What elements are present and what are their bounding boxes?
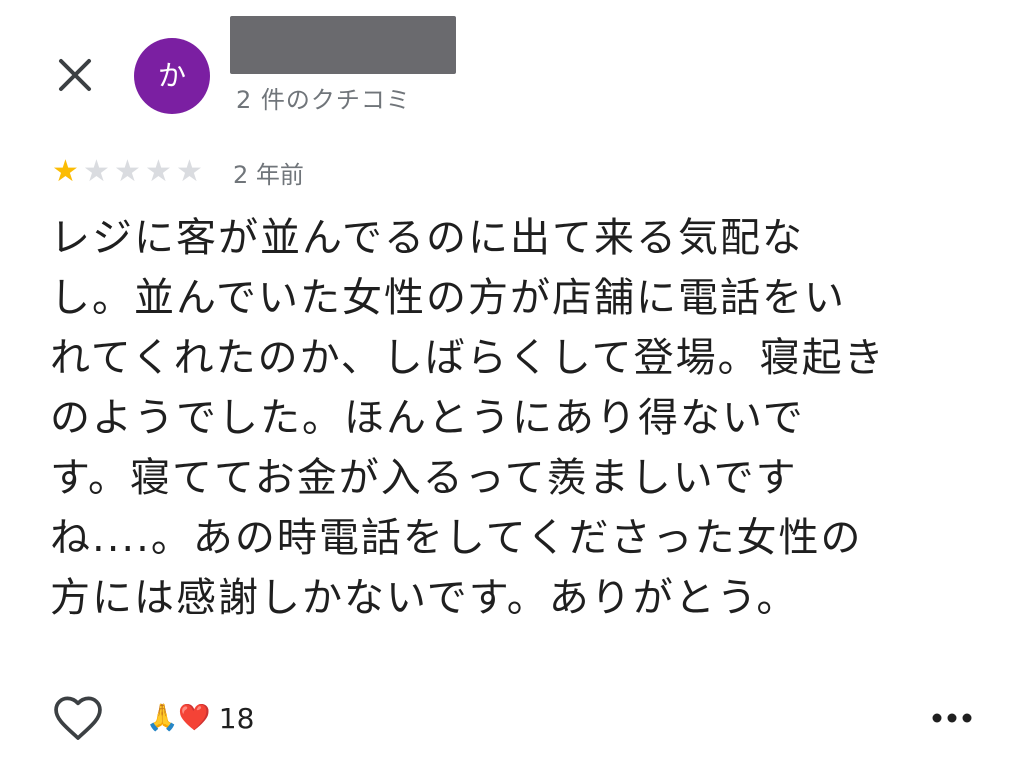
star-empty-icon: ★ xyxy=(114,154,141,189)
star-empty-icon: ★ xyxy=(176,154,203,189)
more-horizontal-icon xyxy=(932,713,972,723)
reaction-count: 18 xyxy=(218,701,255,735)
review-actions: 🙏❤️ 18 xyxy=(50,690,974,746)
star-filled-icon: ★ xyxy=(52,154,79,189)
close-button[interactable] xyxy=(52,52,98,98)
review-text: レジに客が並んでるのに出て来る気配な し。並んでいた女性の方が店舗に電話をい れ… xyxy=(50,215,886,621)
star-empty-icon: ★ xyxy=(145,154,172,189)
reviewer-name-redacted[interactable] xyxy=(230,16,456,74)
review-date: 2 年前 xyxy=(233,160,304,189)
review-count: 2 件のクチコミ xyxy=(236,86,411,114)
star-empty-icon: ★ xyxy=(83,154,110,189)
close-icon xyxy=(59,59,91,91)
star-rating: ★ ★ ★ ★ ★ xyxy=(50,157,205,187)
review-card: か 2 件のクチコミ ★ ★ ★ ★ ★ 2 年前 レジに客が並んでるのに出て来る気配な… xyxy=(0,0,1024,784)
pray-heart-emoji-icon: 🙏❤️ xyxy=(146,703,211,733)
more-options-button[interactable] xyxy=(930,708,974,728)
like-button[interactable] xyxy=(50,690,106,746)
heart-outline-icon xyxy=(54,696,102,740)
reactions-button[interactable]: 🙏❤️ 18 xyxy=(146,702,254,735)
rating-row: ★ ★ ★ ★ ★ 2 年前 xyxy=(50,156,304,189)
avatar[interactable]: か xyxy=(134,38,210,114)
